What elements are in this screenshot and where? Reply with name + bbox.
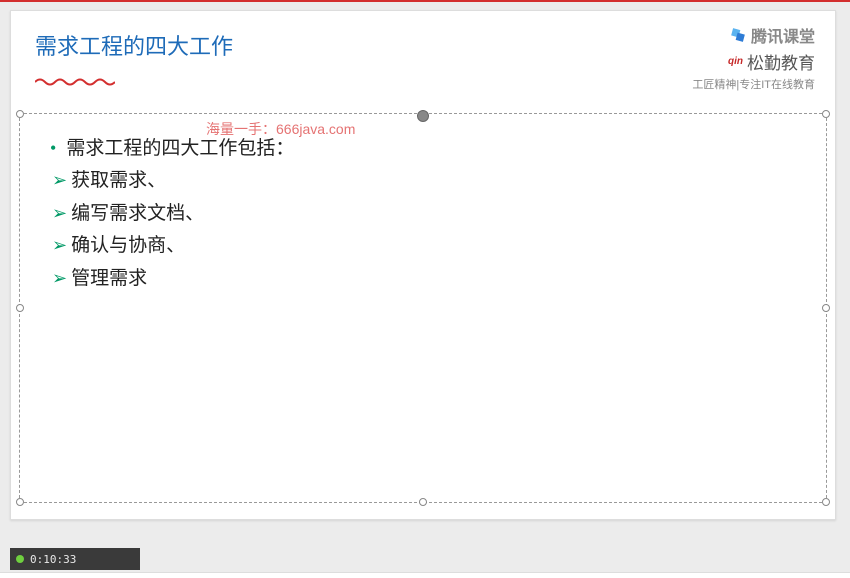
- arrow-bullet-icon: ➢: [52, 199, 67, 228]
- list-item: ➢ 获取需求、: [50, 166, 796, 196]
- top-accent-bar: [0, 0, 850, 2]
- bullet-dot-icon: •: [50, 134, 56, 163]
- arrow-bullet-icon: ➢: [52, 166, 67, 195]
- slide-header: 需求工程的四大工作 腾讯课堂 qin 松勤教育 工匠精神|专注IT在线教育: [11, 11, 835, 69]
- list-item: ➢ 确认与协商、: [50, 231, 796, 261]
- arrow-bullet-icon: ➢: [52, 264, 67, 293]
- list-text: 编写需求文档、: [71, 199, 204, 229]
- resize-handle-bl[interactable]: [16, 498, 24, 506]
- list-item: ➢ 管理需求: [50, 264, 796, 294]
- tencent-play-icon: [729, 26, 747, 44]
- songqin-icon: qin: [728, 56, 743, 67]
- resize-handle-tl[interactable]: [16, 110, 24, 118]
- resize-handle-mr[interactable]: [822, 304, 830, 312]
- tencent-label: 腾讯课堂: [751, 23, 815, 47]
- logo-area: 腾讯课堂 qin 松勤教育 工匠精神|专注IT在线教育: [692, 23, 815, 92]
- resize-handle-bc[interactable]: [419, 498, 427, 506]
- brand-subtitle: 工匠精神|专注IT在线教育: [692, 76, 815, 92]
- content-list[interactable]: • 需求工程的四大工作包括： ➢ 获取需求、 ➢ 编写需求文档、 ➢ 确认与协商…: [20, 114, 826, 316]
- player-bar[interactable]: 0:10:33: [10, 548, 140, 570]
- status-dot-icon: [16, 555, 24, 563]
- list-text: 确认与协商、: [71, 231, 185, 261]
- tencent-logo: 腾讯课堂: [692, 23, 815, 47]
- resize-handle-tr[interactable]: [822, 110, 830, 118]
- footer-strip: [0, 572, 850, 578]
- content-textbox[interactable]: • 需求工程的四大工作包括： ➢ 获取需求、 ➢ 编写需求文档、 ➢ 确认与协商…: [19, 113, 827, 503]
- wavy-divider: [35, 77, 115, 87]
- watermark-text: 海量一手：666java.com: [206, 119, 355, 139]
- songqin-logo: qin 松勤教育: [692, 49, 815, 74]
- slide-canvas[interactable]: 需求工程的四大工作 腾讯课堂 qin 松勤教育 工匠精神|专注IT在线教育 海量…: [10, 10, 836, 520]
- resize-handle-br[interactable]: [822, 498, 830, 506]
- list-item-main: • 需求工程的四大工作包括：: [50, 134, 796, 164]
- arrow-bullet-icon: ➢: [52, 231, 67, 260]
- resize-handle-ml[interactable]: [16, 304, 24, 312]
- list-item: ➢ 编写需求文档、: [50, 199, 796, 229]
- list-text: 获取需求、: [71, 166, 166, 196]
- timestamp: 0:10:33: [30, 553, 76, 566]
- rotate-handle[interactable]: [417, 110, 429, 122]
- list-text: 管理需求: [71, 264, 147, 294]
- songqin-label: 松勤教育: [747, 49, 815, 74]
